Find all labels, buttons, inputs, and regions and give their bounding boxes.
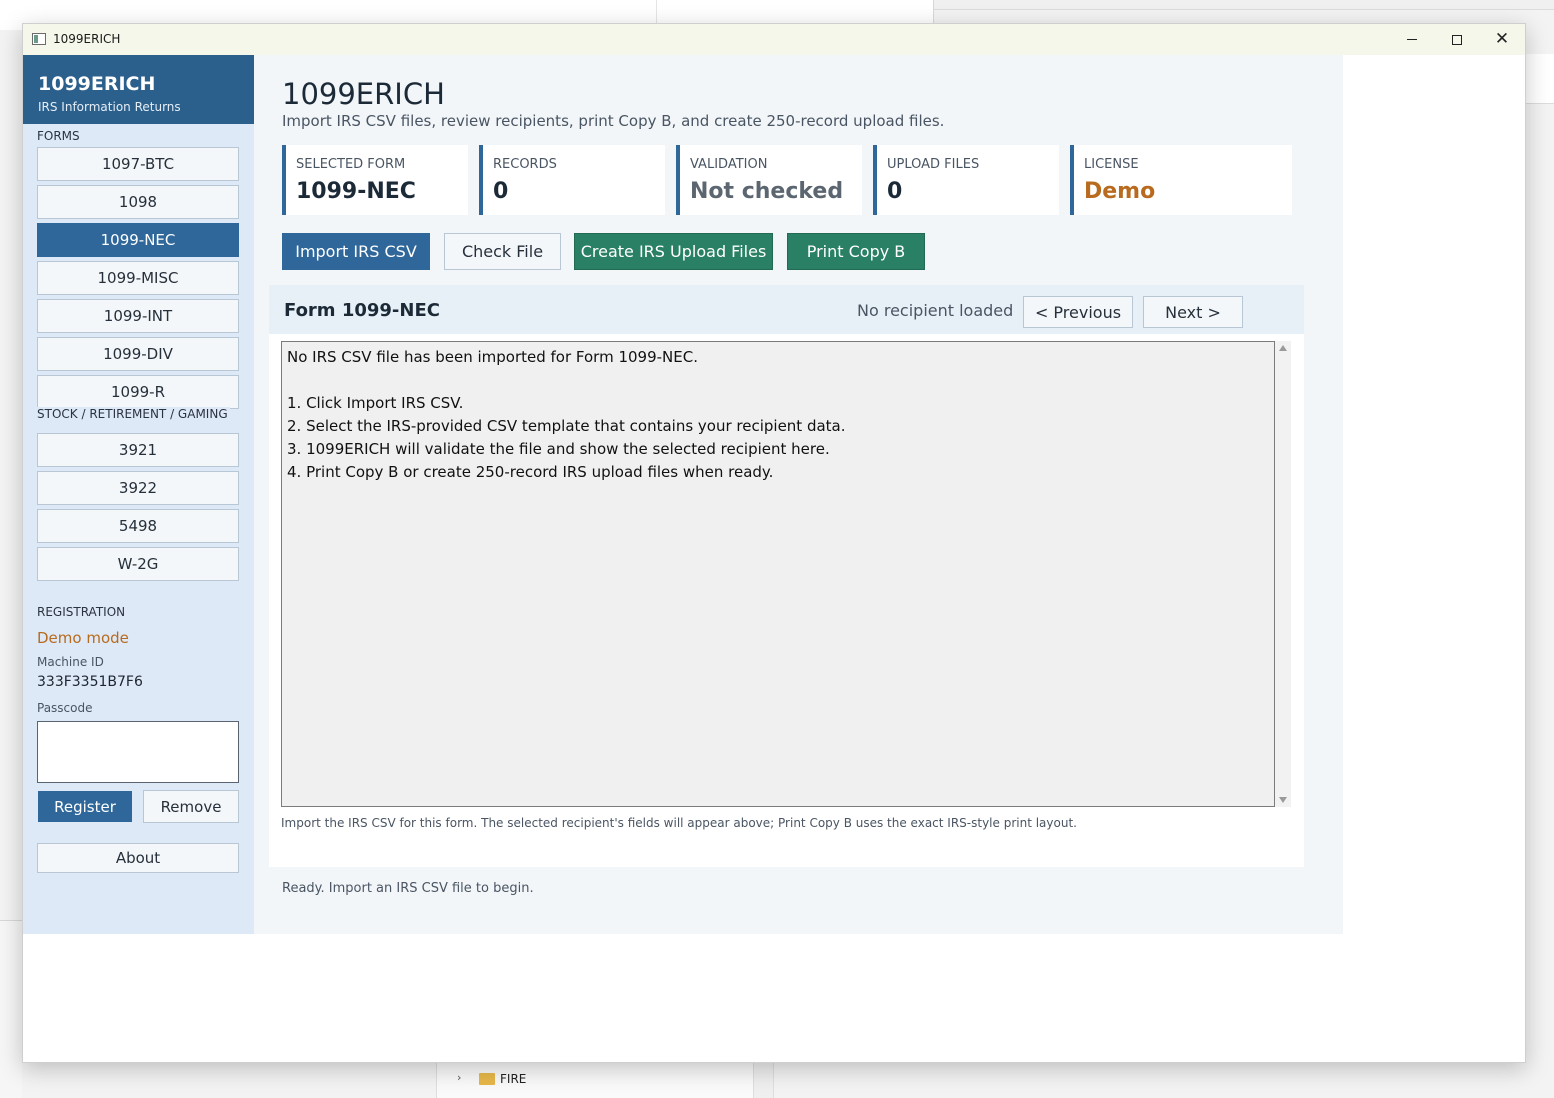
text-line: 1. Click Import IRS CSV. xyxy=(287,394,464,412)
summary-card-license: LICENSE Demo xyxy=(1070,145,1292,215)
folder-icon xyxy=(479,1073,495,1085)
passcode-label: Passcode xyxy=(37,701,93,715)
text-line-blank xyxy=(287,369,1269,392)
register-button[interactable]: Register xyxy=(38,791,132,822)
close-button[interactable]: ✕ xyxy=(1479,24,1525,55)
scroll-down-arrow-icon[interactable] xyxy=(1279,797,1287,803)
recipient-text-area[interactable]: No IRS CSV file has been imported for Fo… xyxy=(281,341,1275,807)
text-line: 2. Select the IRS-provided CSV template … xyxy=(287,417,846,435)
page-subtitle: Import IRS CSV files, review recipients,… xyxy=(282,112,945,130)
sidebar: 1099ERICH IRS Information Returns FORMS … xyxy=(23,55,254,934)
passcode-input[interactable] xyxy=(37,721,239,783)
main-panel: 1099ERICH Import IRS CSV files, review r… xyxy=(254,55,1343,934)
import-csv-button[interactable]: Import IRS CSV xyxy=(282,233,430,270)
machine-id-value: 333F3351B7F6 xyxy=(37,674,143,690)
demo-mode-text: Demo mode xyxy=(37,629,129,647)
app-icon xyxy=(32,33,46,45)
background-window-strip xyxy=(934,0,1554,10)
summary-card-upload-files: UPLOAD FILES 0 xyxy=(873,145,1059,215)
summary-card-records: RECORDS 0 xyxy=(479,145,665,215)
about-button[interactable]: About xyxy=(37,843,239,873)
form-button-1099-int[interactable]: 1099-INT xyxy=(37,299,239,333)
close-icon: ✕ xyxy=(1494,29,1510,49)
form-panel-header: Form 1099-NEC No recipient loaded < Prev… xyxy=(269,285,1304,334)
background-file-explorer: › FIRE xyxy=(436,1062,754,1098)
summary-card-selected-form: SELECTED FORM 1099-NEC xyxy=(282,145,468,215)
app-window: 1099ERICH ✕ 1099ERICH IRS Information Re… xyxy=(22,23,1526,1063)
page-title: 1099ERICH xyxy=(282,77,445,111)
check-file-button[interactable]: Check File xyxy=(444,233,561,270)
card-value: 1099-NEC xyxy=(296,179,416,204)
explorer-folder-name[interactable]: FIRE xyxy=(500,1072,526,1086)
title-bar: 1099ERICH ✕ xyxy=(23,24,1525,55)
form-button-3922[interactable]: 3922 xyxy=(37,471,239,505)
minimize-icon xyxy=(1407,39,1417,40)
form-title: Form 1099-NEC xyxy=(284,300,440,321)
next-button[interactable]: Next > xyxy=(1143,296,1243,328)
background-explorer-pane xyxy=(754,1062,774,1098)
form-button-w-2g[interactable]: W-2G xyxy=(37,547,239,581)
scroll-up-arrow-icon[interactable] xyxy=(1279,345,1287,351)
form-button-5498[interactable]: 5498 xyxy=(37,509,239,543)
card-label: SELECTED FORM xyxy=(296,157,406,172)
form-button-3921[interactable]: 3921 xyxy=(37,433,239,467)
recipient-status: No recipient loaded xyxy=(857,301,1014,320)
chevron-right-icon[interactable]: › xyxy=(457,1071,461,1084)
text-line: No IRS CSV file has been imported for Fo… xyxy=(287,348,698,366)
window-title: 1099ERICH xyxy=(53,32,121,46)
form-panel: Form 1099-NEC No recipient loaded < Prev… xyxy=(269,285,1304,867)
background-window-left xyxy=(0,920,22,1098)
form-button-1099-misc[interactable]: 1099-MISC xyxy=(37,261,239,295)
vertical-scrollbar[interactable] xyxy=(1275,341,1291,807)
form-hint-text: Import the IRS CSV for this form. The se… xyxy=(281,816,1077,830)
card-value: Not checked xyxy=(690,179,844,204)
card-label: LICENSE xyxy=(1084,157,1139,172)
print-copy-b-button[interactable]: Print Copy B xyxy=(787,233,925,270)
status-bar-text: Ready. Import an IRS CSV file to begin. xyxy=(282,881,534,896)
brand-name: 1099ERICH xyxy=(38,73,156,95)
card-label: RECORDS xyxy=(493,157,557,172)
form-button-1099-div[interactable]: 1099-DIV xyxy=(37,337,239,371)
form-button-1098[interactable]: 1098 xyxy=(37,185,239,219)
card-label: UPLOAD FILES xyxy=(887,157,980,172)
stock-section-label: STOCK / RETIREMENT / GAMING xyxy=(37,407,230,421)
form-button-1097-btc[interactable]: 1097-BTC xyxy=(37,147,239,181)
form-button-1099-nec[interactable]: 1099-NEC xyxy=(37,223,239,257)
background-window-edge xyxy=(1526,54,1554,104)
card-label: VALIDATION xyxy=(690,157,768,172)
text-line: 4. Print Copy B or create 250-record IRS… xyxy=(287,463,774,481)
machine-id-label: Machine ID xyxy=(37,655,104,669)
minimize-button[interactable] xyxy=(1389,24,1435,55)
registration-label: REGISTRATION xyxy=(37,605,126,619)
brand-header: 1099ERICH IRS Information Returns xyxy=(23,55,254,124)
create-upload-files-button[interactable]: Create IRS Upload Files xyxy=(574,233,773,270)
previous-button[interactable]: < Previous xyxy=(1023,296,1133,328)
maximize-icon xyxy=(1452,34,1462,45)
card-value: 0 xyxy=(887,179,903,204)
maximize-button[interactable] xyxy=(1434,24,1480,55)
form-button-1099-r[interactable]: 1099-R xyxy=(37,375,239,409)
text-line: 3. 1099ERICH will validate the file and … xyxy=(287,440,830,458)
brand-subtitle: IRS Information Returns xyxy=(38,100,181,114)
remove-button[interactable]: Remove xyxy=(143,790,239,823)
summary-card-validation: VALIDATION Not checked xyxy=(676,145,862,215)
forms-section-label: FORMS xyxy=(37,129,80,143)
card-value: Demo xyxy=(1084,179,1156,204)
card-value: 0 xyxy=(493,179,509,204)
